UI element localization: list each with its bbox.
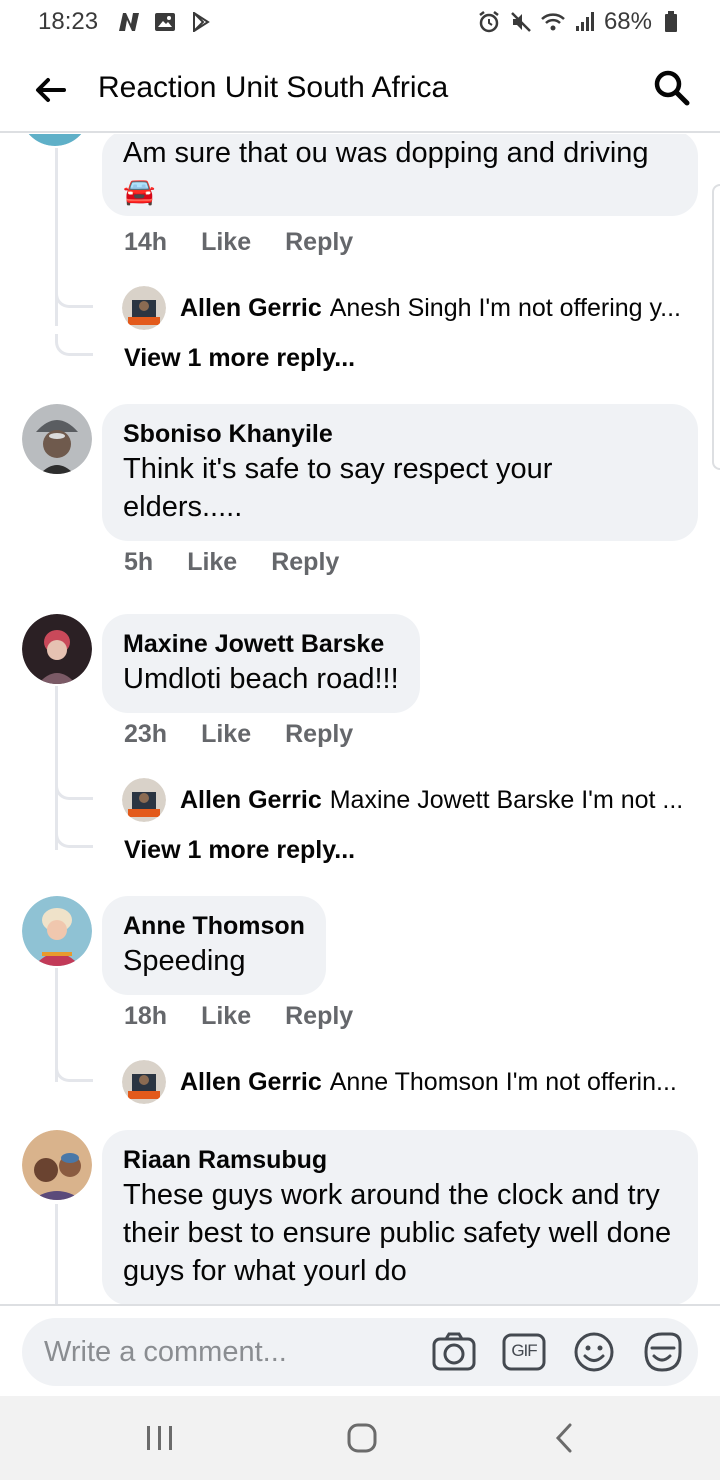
search-button[interactable] xyxy=(650,66,694,110)
avatar xyxy=(122,286,166,330)
comment-placeholder: Write a comment... xyxy=(44,1336,287,1368)
scroll-indicator[interactable] xyxy=(712,184,720,470)
home-icon xyxy=(347,1423,377,1453)
alarm-icon xyxy=(476,10,502,34)
comment-time: 5h xyxy=(124,548,154,576)
chevron-left-icon xyxy=(555,1423,572,1453)
avatar[interactable] xyxy=(22,1130,92,1200)
signal-icon xyxy=(572,10,598,34)
avatar[interactable]: Battle xyxy=(20,134,90,146)
like-button[interactable]: Like xyxy=(201,720,251,749)
comment-author[interactable]: Sboniso Khanyile xyxy=(123,418,677,450)
comment-composer-bar: Write a comment... GIF xyxy=(0,1304,720,1396)
gallery-icon xyxy=(152,10,178,34)
comment-text: Umdloti beach road!!! xyxy=(123,663,399,695)
page-title: Reaction Unit South Africa xyxy=(98,71,449,104)
comment-actions: 23h Like Reply xyxy=(124,720,353,749)
comment-bubble[interactable]: Am sure that ou was dopping and driving … xyxy=(102,134,698,216)
thread-connector xyxy=(55,284,93,308)
status-time: 18:23 xyxy=(38,8,99,35)
sticker-icon xyxy=(644,1332,682,1372)
app-header: Reaction Unit South Africa xyxy=(0,44,720,133)
system-navigation-bar xyxy=(0,1396,720,1480)
battery-percent: 68% xyxy=(603,8,652,35)
reply-button[interactable]: Reply xyxy=(285,720,353,749)
avatar[interactable] xyxy=(22,404,92,474)
n-notification-icon xyxy=(116,10,142,34)
gif-label: GIF xyxy=(511,1341,537,1360)
reply-button[interactable]: Reply xyxy=(285,1002,353,1031)
comment-input[interactable]: Write a comment... GIF xyxy=(22,1318,698,1386)
home-button[interactable] xyxy=(332,1416,392,1460)
reply-text: Maxine Jowett Barske I'm not ... xyxy=(329,785,684,814)
comment-bubble[interactable]: Riaan Ramsubug These guys work around th… xyxy=(102,1130,698,1304)
car-emoji-icon: 🚘 xyxy=(123,176,156,206)
camera-button[interactable] xyxy=(430,1328,478,1376)
reply-text: Anne Thomson I'm not offerin... xyxy=(329,1067,677,1096)
reply-author: Allen Gerric xyxy=(180,785,322,814)
comment-author[interactable]: Maxine Jowett Barske xyxy=(123,628,399,660)
search-icon xyxy=(654,70,690,106)
thread-connector xyxy=(55,776,93,800)
recent-apps-icon xyxy=(147,1426,172,1450)
thread-line xyxy=(55,1204,58,1304)
thread-connector xyxy=(55,1058,93,1082)
avatar[interactable] xyxy=(22,614,92,684)
comment-bubble[interactable]: Sboniso Khanyile Think it's safe to say … xyxy=(102,404,698,541)
comment-time: 14h xyxy=(124,228,168,256)
comment-actions: 14h Like Reply xyxy=(124,228,353,257)
comment-text: Am sure that ou was dopping and driving xyxy=(123,137,649,169)
comment-actions: 18h Like Reply xyxy=(124,1002,353,1031)
comment-actions: 5h Like Reply xyxy=(124,548,339,577)
gif-button[interactable]: GIF xyxy=(500,1328,548,1376)
emoji-icon xyxy=(574,1332,614,1372)
like-button[interactable]: Like xyxy=(187,548,237,577)
comment-time: 18h xyxy=(124,1002,168,1030)
recent-apps-button[interactable] xyxy=(130,1416,190,1460)
wifi-icon xyxy=(540,10,566,34)
play-store-icon xyxy=(188,10,214,34)
sticker-button[interactable] xyxy=(638,1328,686,1376)
view-more-replies-link[interactable]: View 1 more reply... xyxy=(124,836,355,865)
notification-icons xyxy=(116,10,214,34)
comment-author[interactable]: Anne Thomson xyxy=(123,910,305,942)
reply-button[interactable]: Reply xyxy=(285,228,353,257)
avatar xyxy=(122,1060,166,1104)
camera-icon xyxy=(432,1332,476,1371)
comment-bubble[interactable]: Maxine Jowett Barske Umdloti beach road!… xyxy=(102,614,420,713)
system-icons: 68% xyxy=(476,8,684,36)
back-button[interactable] xyxy=(28,68,72,112)
battery-icon xyxy=(658,10,684,34)
reply-author: Allen Gerric xyxy=(180,293,322,322)
reply-preview[interactable]: Allen Gerric Anesh Singh I'm not offerin… xyxy=(122,286,702,330)
avatar[interactable] xyxy=(22,896,92,966)
thread-connector xyxy=(55,334,93,356)
back-arrow-icon xyxy=(36,78,66,102)
status-bar: 18:23 68% xyxy=(0,0,720,44)
reply-preview[interactable]: Allen Gerric Anne Thomson I'm not offeri… xyxy=(122,1060,702,1104)
reply-button[interactable]: Reply xyxy=(271,548,339,577)
thread-connector xyxy=(55,826,93,848)
reply-author: Allen Gerric xyxy=(180,1067,322,1096)
comment-bubble[interactable]: Anne Thomson Speeding xyxy=(102,896,326,995)
like-button[interactable]: Like xyxy=(201,1002,251,1031)
back-nav-button[interactable] xyxy=(534,1416,594,1460)
comment-text: These guys work around the clock and try… xyxy=(123,1179,672,1287)
comment-text: Think it's safe to say respect your elde… xyxy=(123,453,553,523)
avatar xyxy=(122,778,166,822)
comment-author[interactable]: Riaan Ramsubug xyxy=(123,1144,677,1176)
comment-time: 23h xyxy=(124,720,168,748)
mute-icon xyxy=(508,10,534,34)
comment-thread: Battle Am sure that ou was dopping and d… xyxy=(0,134,720,1304)
comment-text: Speeding xyxy=(123,945,246,977)
reply-text: Anesh Singh I'm not offering y... xyxy=(329,293,682,322)
reply-preview[interactable]: Allen Gerric Maxine Jowett Barske I'm no… xyxy=(122,778,702,822)
like-button[interactable]: Like xyxy=(201,228,251,257)
emoji-button[interactable] xyxy=(570,1328,618,1376)
view-more-replies-link[interactable]: View 1 more reply... xyxy=(124,344,355,373)
